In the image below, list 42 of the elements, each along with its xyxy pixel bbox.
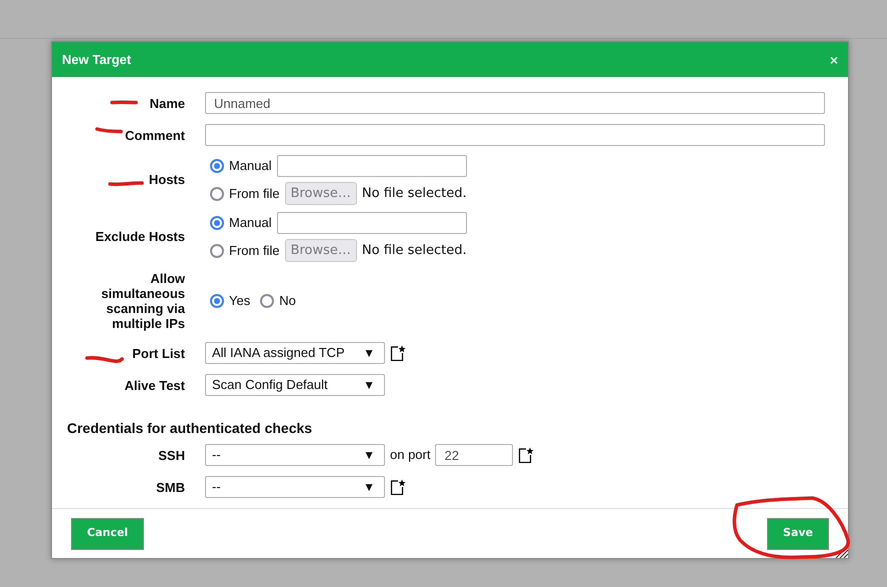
dropdown[interactable]: Scan Config Default ▼ xyxy=(205,374,385,396)
field-label: Exclude Hosts xyxy=(95,229,185,244)
radio-button[interactable] xyxy=(210,186,224,200)
field-label: SSH xyxy=(158,448,185,462)
dropdown[interactable]: -- ▼ xyxy=(205,444,385,466)
hosts-field[interactable] xyxy=(276,154,467,176)
radio-label: From file xyxy=(229,242,280,260)
radio-button[interactable] xyxy=(210,244,224,258)
dropdown[interactable]: All IANA assigned TCP ▼ xyxy=(205,342,385,364)
file-status: No file selected. xyxy=(362,184,467,203)
radio-label: From file xyxy=(229,184,280,203)
browse-button[interactable]: Browse… xyxy=(284,182,357,205)
dialog-title: New Target xyxy=(62,50,132,69)
new-item-icon[interactable] xyxy=(518,447,534,463)
field-label: Allow simultaneous scanning via multiple IPs xyxy=(101,271,185,331)
radio-label: No xyxy=(279,292,296,310)
text-field[interactable]: Unnamed xyxy=(205,92,825,114)
section-heading: Credentials for authenticated checks xyxy=(67,419,312,438)
browse-button[interactable]: Browse… xyxy=(284,239,357,262)
radio-button[interactable] xyxy=(210,216,224,230)
dropdown[interactable]: -- ▼ xyxy=(205,476,385,498)
radio-label: Manual xyxy=(229,156,272,175)
port-label: on port xyxy=(390,446,430,464)
annotation-mark xyxy=(94,126,124,136)
field-label: Port List xyxy=(132,346,185,360)
field-label: SMB xyxy=(156,480,185,494)
radio-button[interactable] xyxy=(260,294,274,308)
file-status: No file selected. xyxy=(362,242,467,260)
hosts-field[interactable] xyxy=(276,212,467,234)
field-label: Hosts xyxy=(148,172,185,187)
radio-button[interactable] xyxy=(210,294,224,308)
text-field[interactable] xyxy=(205,124,825,146)
field-label: Name xyxy=(150,96,185,110)
field-label: Alive Test xyxy=(124,378,185,392)
new-item-icon[interactable] xyxy=(390,479,406,495)
new-item-icon[interactable] xyxy=(390,345,406,361)
radio-label: Manual xyxy=(229,214,272,232)
annotation-mark xyxy=(84,354,126,366)
radio-label: Yes xyxy=(229,292,250,310)
radio-button[interactable] xyxy=(210,158,224,172)
port-field[interactable]: 22 xyxy=(435,444,514,466)
field-label: Comment xyxy=(125,128,185,142)
